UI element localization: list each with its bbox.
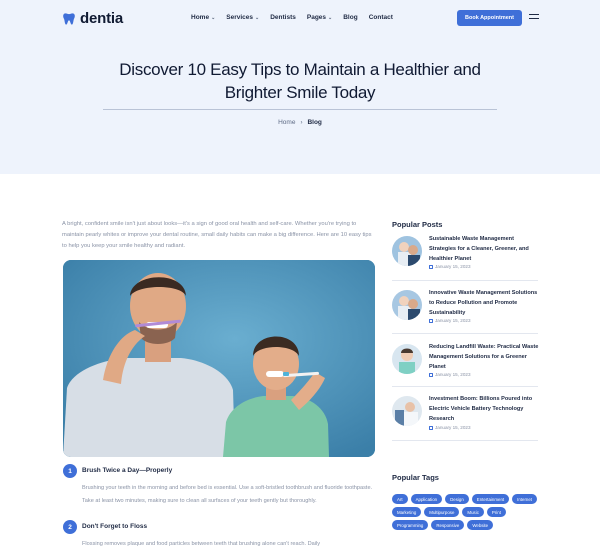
nav-item-blog[interactable]: Blog [343, 14, 357, 21]
tag-programming[interactable]: Programming [392, 520, 429, 530]
popular-post-item[interactable]: Innovative Waste Management Solutions to… [392, 288, 538, 332]
chevron-right-icon: › [300, 119, 303, 126]
tag-application[interactable]: Application [410, 494, 443, 504]
tag-marketing[interactable]: Marketing [392, 507, 422, 517]
divider [392, 280, 538, 281]
calendar-icon [429, 372, 433, 377]
tag-print[interactable]: Print [486, 507, 506, 517]
post-title[interactable]: Reducing Landfill Waste: Practical Waste… [429, 342, 539, 372]
divider [392, 386, 538, 387]
breadcrumb: Home › Blog [0, 119, 600, 126]
popular-post-item[interactable]: Investment Boom: Billions Poured into El… [392, 394, 538, 438]
nav-item-contact[interactable]: Contact [369, 14, 393, 21]
post-date: January 15, 2023 [429, 318, 471, 323]
nav-item-services[interactable]: Services ⌄ [226, 14, 259, 21]
step-number-badge: 2 [63, 520, 77, 534]
nav-item-label: Blog [343, 14, 358, 21]
popular-post-item[interactable]: Reducing Landfill Waste: Practical Waste… [392, 342, 538, 386]
tooth-icon [63, 12, 75, 25]
post-title[interactable]: Innovative Waste Management Solutions to… [429, 288, 539, 318]
title-divider [103, 109, 497, 110]
calendar-icon [429, 264, 433, 269]
post-title[interactable]: Sustainable Waste Management Strategies … [429, 234, 539, 264]
popular-posts-heading: Popular Posts [392, 220, 443, 229]
main-menu: Home ⌄ Services ⌄ Dentists Pages ⌄ Blog Con… [191, 14, 404, 21]
top-navigation: dentia Home ⌄ Services ⌄ Dentists Pages ⌄ B… [0, 0, 600, 36]
chevron-down-icon: ⌄ [255, 14, 260, 21]
nav-item-label: Contact [368, 14, 393, 21]
nav-item-label: Dentists [270, 14, 296, 21]
page-title: Discover 10 Easy Tips to Maintain a Heal… [119, 60, 481, 102]
post-thumbnail[interactable] [392, 236, 422, 266]
nav-item-label: Pages [306, 14, 327, 21]
nav-item-pages[interactable]: Pages ⌄ [307, 14, 332, 21]
divider [392, 440, 538, 441]
tag-website[interactable]: Website [467, 520, 494, 530]
article-image [63, 260, 375, 457]
post-date: January 15, 2023 [429, 264, 471, 269]
tag-internet[interactable]: Internet [512, 494, 538, 504]
brand-name: dentia [80, 10, 123, 27]
breadcrumb-current: Blog [307, 119, 322, 126]
hamburger-icon[interactable] [529, 14, 539, 22]
tag-multipurpose[interactable]: Multipurpose [424, 507, 460, 517]
popular-post-item[interactable]: Sustainable Waste Management Strategies … [392, 234, 538, 278]
post-date: January 15, 2023 [429, 425, 471, 430]
step-text: Flossing removes plaque and food particl… [82, 541, 321, 547]
post-date: January 15, 2023 [429, 372, 471, 377]
nav-item-home[interactable]: Home ⌄ [191, 14, 215, 21]
tag-responsive[interactable]: Responsive [431, 520, 465, 530]
step-title: Don't Forget to Floss [82, 523, 148, 530]
step-title: Brush Twice a Day—Properly [82, 467, 173, 474]
nav-item-label: Home [191, 14, 210, 21]
tag-entertainment[interactable]: Entertainment [471, 494, 510, 504]
divider [392, 333, 538, 334]
nav-item-dentists[interactable]: Dentists [270, 14, 296, 21]
nav-item-label: Services [226, 14, 254, 21]
chevron-down-icon: ⌄ [328, 14, 333, 21]
post-thumbnail[interactable] [392, 396, 422, 426]
calendar-icon [429, 425, 433, 430]
post-thumbnail[interactable] [392, 290, 422, 320]
post-thumbnail[interactable] [392, 344, 422, 374]
calendar-icon [429, 318, 433, 323]
brand-logo[interactable]: dentia [62, 10, 123, 27]
father-son-brushing-image [63, 260, 375, 457]
step-text: Brushing your teeth in the morning and b… [82, 485, 373, 504]
book-appointment-button[interactable]: Book Appointment [457, 10, 522, 26]
popular-tags-heading: Popular Tags [392, 473, 439, 482]
post-title[interactable]: Investment Boom: Billions Poured into El… [429, 394, 539, 424]
tag-music[interactable]: Music [462, 507, 484, 517]
chevron-down-icon: ⌄ [211, 14, 216, 21]
tag-art[interactable]: Art [392, 494, 408, 504]
tag-cloud: Art Application Design Entertainment Int… [392, 494, 542, 530]
step-number-badge: 1 [63, 464, 77, 478]
article-intro: A bright, confident smile isn't just abo… [62, 221, 372, 249]
breadcrumb-home-link[interactable]: Home [278, 119, 295, 126]
tag-design[interactable]: Design [445, 494, 469, 504]
page-hero: dentia Home ⌄ Services ⌄ Dentists Pages ⌄ B… [0, 0, 600, 174]
